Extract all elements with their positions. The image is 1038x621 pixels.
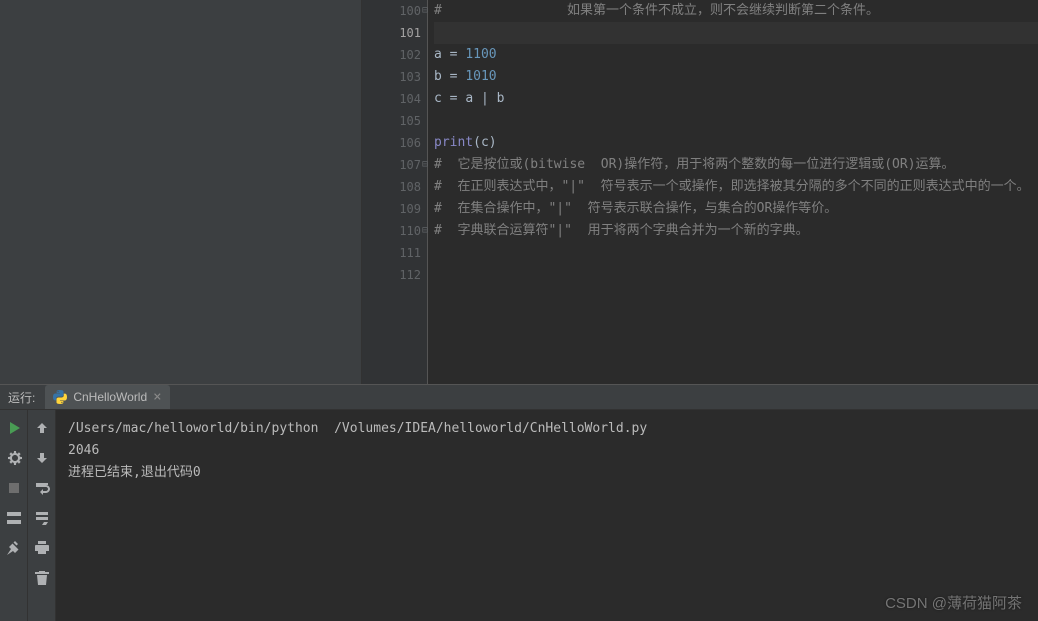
editor-gutter: 100101102103104105106107108109110111112 <box>362 0 428 384</box>
code-line[interactable]: ⊟# 如果第一个条件不成立，则不会继续判断第二个条件。 <box>434 0 1038 22</box>
line-number: 110 <box>368 220 421 242</box>
console-output[interactable]: /Users/mac/helloworld/bin/python /Volume… <box>56 410 1038 621</box>
run-tab-bar: 运行: CnHelloWorld × <box>0 385 1038 410</box>
line-number: 102 <box>368 44 421 66</box>
line-number: 109 <box>368 198 421 220</box>
code-line[interactable] <box>434 22 1038 44</box>
code-line[interactable]: ⊟# 字典联合运算符"|" 用于将两个字典合并为一个新的字典。 <box>434 220 1038 242</box>
console-line: 进程已结束,退出代码0 <box>68 462 1026 484</box>
settings-icon[interactable] <box>6 450 22 466</box>
console-line: 2046 <box>68 440 1026 462</box>
line-number: 112 <box>368 264 421 286</box>
watermark: CSDN @薄荷猫阿茶 <box>885 592 1022 613</box>
rerun-icon[interactable] <box>6 420 22 436</box>
line-number: 105 <box>368 110 421 132</box>
run-tab[interactable]: CnHelloWorld × <box>45 385 169 409</box>
editor-area[interactable]: 100101102103104105106107108109110111112 … <box>362 0 1038 384</box>
trash-icon[interactable] <box>34 570 50 586</box>
print-icon[interactable] <box>34 540 50 556</box>
python-icon <box>53 390 67 404</box>
up-arrow-icon[interactable] <box>34 420 50 436</box>
code-line[interactable]: print(c) <box>434 132 1038 154</box>
code-line[interactable] <box>434 110 1038 132</box>
line-number: 107 <box>368 154 421 176</box>
code-line[interactable] <box>434 242 1038 264</box>
pin-icon[interactable] <box>6 540 22 556</box>
console-line: /Users/mac/helloworld/bin/python /Volume… <box>68 418 1026 440</box>
down-arrow-icon[interactable] <box>34 450 50 466</box>
run-tab-name: CnHelloWorld <box>73 390 147 404</box>
run-tool-column-secondary <box>28 410 56 621</box>
code-line[interactable]: a = 1100 <box>434 44 1038 66</box>
line-number: 101 <box>368 22 421 44</box>
stop-icon[interactable] <box>6 480 22 496</box>
code-line[interactable]: # 在集合操作中，"|" 符号表示联合操作，与集合的OR操作等价。 <box>434 198 1038 220</box>
code-line[interactable] <box>434 264 1038 286</box>
code-line[interactable]: # 在正则表达式中，"|" 符号表示一个或操作，即选择被其分隔的多个不同的正则表… <box>434 176 1038 198</box>
scroll-to-end-icon[interactable] <box>34 510 50 526</box>
line-number: 100 <box>368 0 421 22</box>
line-number: 108 <box>368 176 421 198</box>
line-number: 106 <box>368 132 421 154</box>
layout-icon[interactable] <box>6 510 22 526</box>
line-number: 104 <box>368 88 421 110</box>
code-content[interactable]: ⊟# 如果第一个条件不成立，则不会继续判断第二个条件。 a = 1100b = 1… <box>428 0 1038 384</box>
run-label: 运行: <box>8 389 35 406</box>
project-panel[interactable] <box>0 0 362 384</box>
line-number: 111 <box>368 242 421 264</box>
code-line[interactable]: c = a | b <box>434 88 1038 110</box>
line-number: 103 <box>368 66 421 88</box>
soft-wrap-icon[interactable] <box>34 480 50 496</box>
code-line[interactable]: ⊟# 它是按位或(bitwise OR)操作符，用于将两个整数的每一位进行逻辑或… <box>434 154 1038 176</box>
code-line[interactable]: b = 1010 <box>434 66 1038 88</box>
run-tool-column-primary <box>0 410 28 621</box>
close-icon[interactable]: × <box>153 389 161 405</box>
